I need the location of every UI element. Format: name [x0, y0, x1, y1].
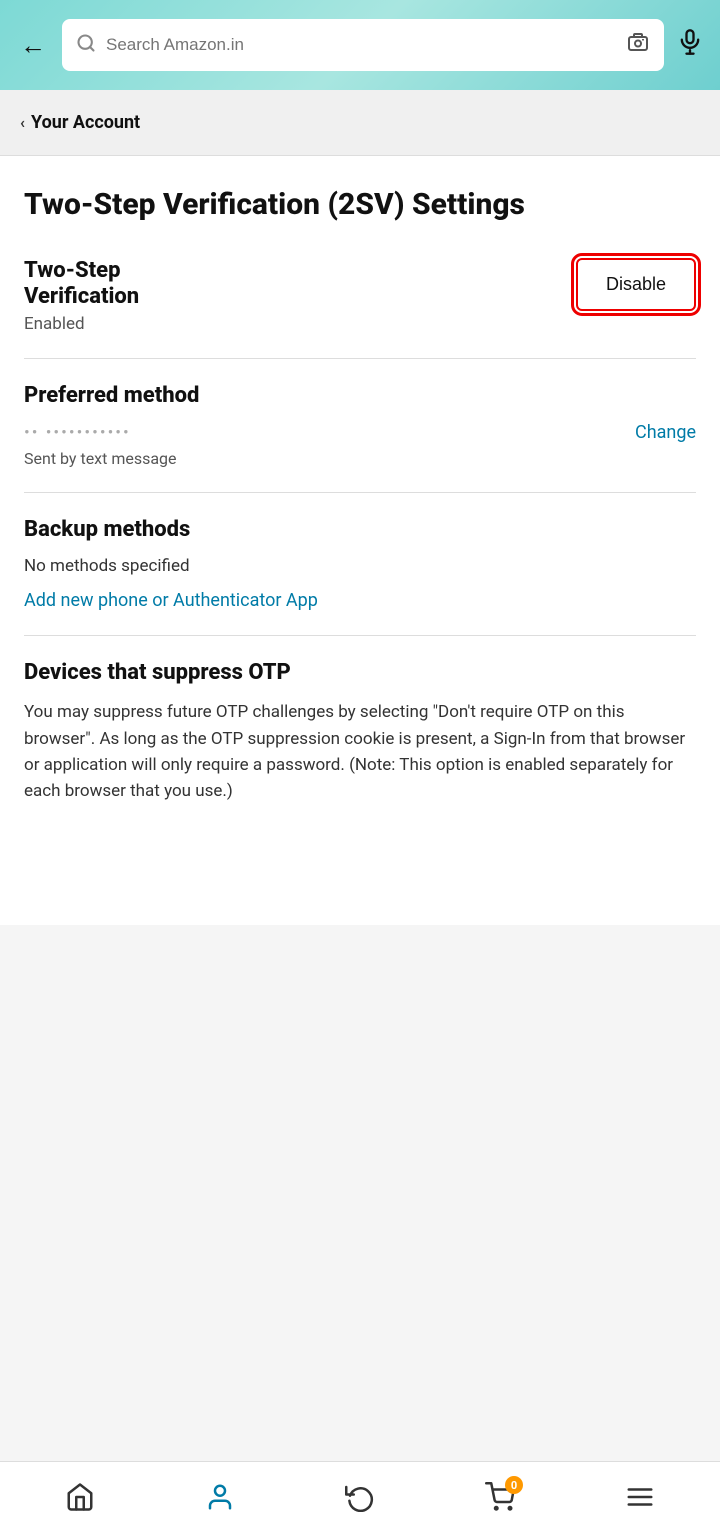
- header: ←: [0, 0, 720, 90]
- page-title: Two-Step Verification (2SV) Settings: [24, 186, 696, 224]
- devices-title: Devices that suppress OTP: [24, 660, 696, 685]
- camera-icon[interactable]: [626, 30, 650, 60]
- cart-wrapper: 0: [485, 1482, 515, 1519]
- phone-masked: •• •••••••••••: [24, 423, 131, 443]
- preferred-method-section: Preferred method •• ••••••••••• Change S…: [24, 383, 696, 468]
- chevron-left-icon: ‹: [20, 113, 25, 132]
- backup-methods-title: Backup methods: [24, 517, 696, 542]
- tsv-status: Enabled: [24, 314, 139, 334]
- method-row: •• ••••••••••• Change: [24, 422, 696, 443]
- no-methods-text: No methods specified: [24, 556, 696, 576]
- nav-home[interactable]: [49, 1474, 111, 1527]
- backup-methods-section: Backup methods No methods specified Add …: [24, 517, 696, 611]
- cart-badge: 0: [505, 1476, 523, 1494]
- tsv-label-group: Two-StepVerification Enabled: [24, 258, 139, 335]
- preferred-method-title: Preferred method: [24, 383, 696, 408]
- nav-returns[interactable]: [329, 1474, 391, 1527]
- search-bar: [62, 19, 664, 71]
- breadcrumb-label: Your Account: [31, 112, 140, 133]
- home-icon: [65, 1482, 95, 1519]
- search-icon: [76, 33, 96, 58]
- breadcrumb[interactable]: ‹ Your Account: [0, 90, 720, 156]
- nav-cart[interactable]: 0: [469, 1474, 531, 1527]
- bottom-nav: 0: [0, 1461, 720, 1539]
- nav-menu[interactable]: [609, 1474, 671, 1527]
- divider-2: [24, 492, 696, 493]
- tsv-section: Two-StepVerification Enabled Disable: [24, 258, 696, 335]
- method-description: Sent by text message: [24, 449, 696, 468]
- nav-account[interactable]: [189, 1474, 251, 1527]
- devices-section: Devices that suppress OTP You may suppre…: [24, 660, 696, 804]
- main-content: Two-Step Verification (2SV) Settings Two…: [0, 156, 720, 925]
- divider-3: [24, 635, 696, 636]
- devices-description: You may suppress future OTP challenges b…: [24, 699, 696, 804]
- search-input[interactable]: [106, 35, 616, 55]
- add-backup-link[interactable]: Add new phone or Authenticator App: [24, 590, 318, 611]
- disable-button[interactable]: Disable: [576, 258, 696, 311]
- returns-icon: [345, 1482, 375, 1519]
- change-link[interactable]: Change: [635, 422, 696, 443]
- account-icon: [205, 1482, 235, 1519]
- back-button[interactable]: ←: [16, 26, 50, 65]
- divider-1: [24, 358, 696, 359]
- mic-icon[interactable]: [676, 28, 704, 63]
- tsv-label: Two-StepVerification: [24, 258, 139, 311]
- menu-icon: [625, 1482, 655, 1519]
